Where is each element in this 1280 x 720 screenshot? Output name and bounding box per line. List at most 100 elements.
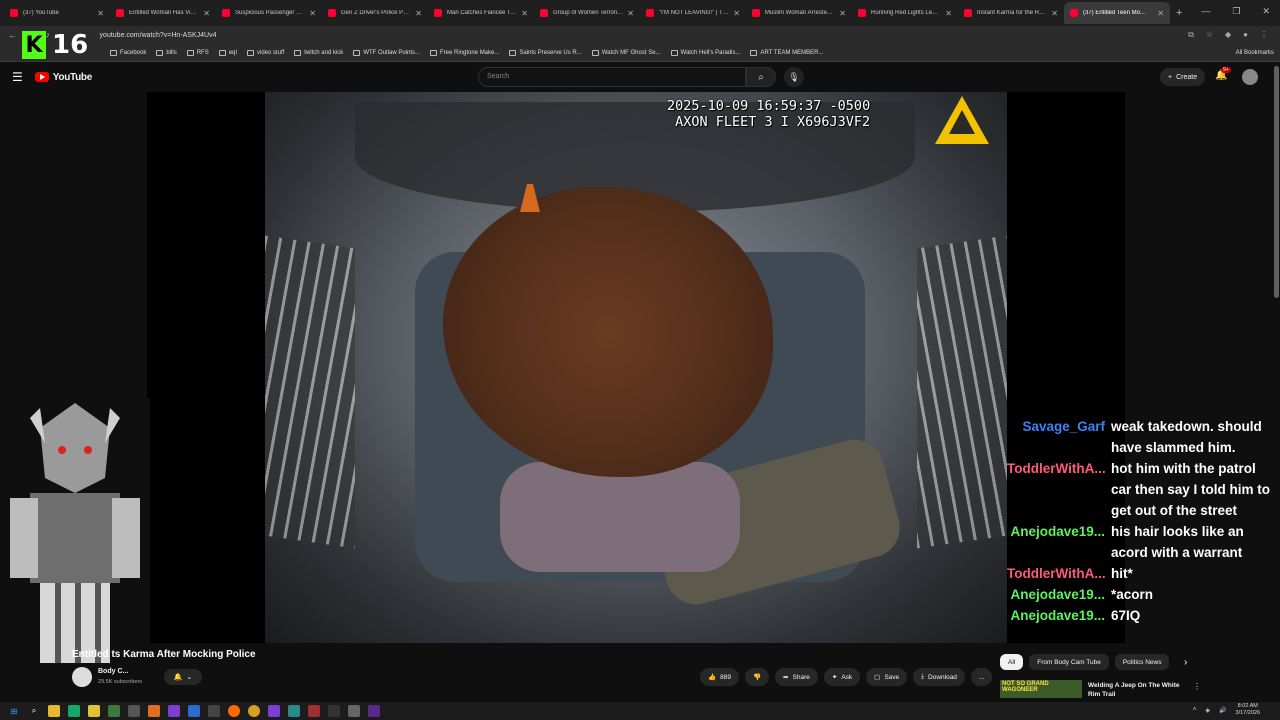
close-tab-icon[interactable]: ✕ (627, 9, 634, 18)
like-button[interactable]: 👍 889 (700, 668, 739, 686)
browser-tab[interactable]: Entitled Woman Has Violent... ✕ (110, 2, 216, 24)
chrome-icon[interactable] (248, 705, 260, 717)
close-tab-icon[interactable]: ✕ (521, 9, 528, 18)
dislike-button[interactable]: 👎 (744, 668, 770, 686)
browser-tab[interactable]: Instant Karma for the Rude... ✕ (958, 2, 1064, 24)
notifications-button[interactable]: 🔔 9+ (1215, 67, 1231, 81)
right-window-bars (917, 235, 1007, 549)
extension-icon[interactable]: ◆ (1225, 30, 1231, 40)
browser-tab[interactable]: (37) YouTube ✕ (4, 2, 110, 24)
profile-icon[interactable]: ● (1243, 30, 1248, 40)
subscription-notification-button[interactable]: 🔔 ⌄ (164, 669, 202, 685)
chevron-up-icon[interactable]: ˄ (1193, 707, 1197, 713)
filter-chip[interactable]: From Body Cam Tube (1029, 654, 1109, 670)
app-icon[interactable] (328, 705, 340, 717)
app-icon[interactable] (168, 705, 180, 717)
browser-tab[interactable]: Group of Women Terrorize... ✕ (534, 2, 640, 24)
account-avatar[interactable] (1242, 69, 1258, 85)
bookmark-item[interactable]: bills (156, 49, 177, 56)
bookmark-item[interactable]: Free Ringtone Make... (430, 49, 499, 56)
close-tab-icon[interactable]: ✕ (945, 9, 952, 18)
app-icon[interactable] (368, 705, 380, 717)
bookmark-item[interactable]: eqI (218, 49, 237, 56)
notes-icon[interactable] (88, 705, 100, 717)
youtube-logo[interactable]: YouTube (34, 72, 92, 83)
browser-tab[interactable]: "I'M NOT LEAVING!" | This... ✕ (640, 2, 746, 24)
video-player[interactable]: 2025-10-09 16:59:37 -0500 AXON FLEET 3 I… (265, 92, 1007, 643)
recommended-video-title[interactable]: Welding A Jeep On The White Rim Trail (1088, 681, 1188, 699)
search-button[interactable]: ⌕ (746, 67, 776, 87)
create-button[interactable]: + Create (1160, 68, 1206, 86)
app-icon[interactable] (188, 705, 200, 717)
bookmark-item[interactable]: Watch MF Ghost Se... (591, 49, 661, 56)
folder-icon (670, 49, 678, 56)
close-window-icon[interactable]: ✕ (1262, 6, 1270, 17)
chevron-right-icon[interactable]: › (1184, 657, 1187, 668)
new-tab-button[interactable]: + (1176, 7, 1182, 19)
page-scrollbar[interactable] (1274, 66, 1279, 298)
bookmark-star-icon[interactable]: ☆ (1206, 30, 1213, 40)
search-icon[interactable]: ⌕ (28, 705, 40, 717)
app-icon[interactable] (308, 705, 320, 717)
browser-tab[interactable]: Muslim Woman Arrested A... ✕ (746, 2, 852, 24)
close-tab-icon[interactable]: ✕ (415, 9, 422, 18)
install-icon[interactable]: ⧉ (1188, 30, 1194, 40)
close-tab-icon[interactable]: ✕ (1051, 9, 1058, 18)
app-icon[interactable] (128, 705, 140, 717)
hamburger-menu-icon[interactable]: ☰ (12, 70, 23, 84)
close-tab-icon[interactable]: ✕ (97, 9, 104, 18)
bookmark-item[interactable]: Watch Hell's Paradis... (670, 49, 740, 56)
windows-start-icon[interactable]: ⊞ (8, 705, 20, 717)
app-icon[interactable] (68, 705, 80, 717)
download-button[interactable]: ⤓ Download (913, 668, 965, 686)
close-tab-icon[interactable]: ✕ (839, 9, 846, 18)
ask-button[interactable]: ✦ Ask (823, 668, 861, 686)
system-clock[interactable]: 8:02 AM 3/17/2026 (1236, 703, 1260, 717)
bookmark-item[interactable]: ART TEAM MEMBER... (750, 49, 824, 56)
network-icon[interactable]: ◈ (1205, 707, 1210, 714)
browser-menu-icon[interactable]: ⋮ (1260, 30, 1268, 40)
close-tab-icon[interactable]: ✕ (733, 9, 740, 18)
browser-tab[interactable]: Suspicious Passenger has... ✕ (216, 2, 322, 24)
all-bookmarks[interactable]: All Bookmarks (1236, 50, 1274, 56)
channel-avatar[interactable] (72, 667, 92, 687)
channel-name[interactable]: Body C... (98, 668, 128, 675)
settings-icon[interactable] (348, 705, 360, 717)
recommended-thumbnail[interactable]: NOT SO GRAND WAGONEER (1000, 680, 1082, 698)
bookmark-item[interactable]: RFS (186, 49, 209, 56)
bookmark-item[interactable]: Facebook (110, 49, 146, 56)
url-field[interactable]: youtube.com/watch?v=Hn-ASKJ4Uv4 (100, 32, 217, 39)
bookmark-item[interactable]: video stuff (247, 49, 284, 56)
bookmark-item[interactable]: twitch and kick (294, 49, 343, 56)
bookmark-item[interactable]: WTF Outlaw Points... (353, 49, 420, 56)
browser-tab[interactable]: Running Red Lights Leads... ✕ (852, 2, 958, 24)
app-icon[interactable] (108, 705, 120, 717)
filter-chip[interactable]: All (1000, 654, 1024, 670)
share-button[interactable]: ➦ Share (775, 668, 818, 686)
filter-chip[interactable]: Politics News (1114, 654, 1170, 670)
more-actions-button[interactable]: ... (970, 668, 993, 686)
vlc-icon[interactable] (148, 705, 160, 717)
browser-tab[interactable]: (37) Entitled Teen Mo... ✕ (1064, 2, 1170, 24)
back-icon[interactable]: ← (8, 30, 17, 41)
close-tab-icon[interactable]: ✕ (203, 9, 210, 18)
app-icon[interactable] (288, 705, 300, 717)
minimize-icon[interactable]: — (1201, 6, 1210, 17)
close-tab-icon[interactable]: ✕ (1157, 9, 1164, 18)
browser-tab[interactable]: Gen Z Driver's Police Pursuit ✕ (322, 2, 428, 24)
chat-message: car then say I told him to (1007, 479, 1280, 500)
app-icon[interactable] (268, 705, 280, 717)
browser-tab[interactable]: Man Catches Fiancée Texting ✕ (428, 2, 534, 24)
voice-search-button[interactable]: 🎙 (784, 67, 804, 87)
axon-logo-icon (935, 96, 989, 144)
app-icon[interactable] (208, 705, 220, 717)
maximize-icon[interactable]: ❐ (1232, 6, 1240, 17)
volume-icon[interactable]: 🔊 (1219, 707, 1226, 714)
close-tab-icon[interactable]: ✕ (309, 9, 316, 18)
more-vert-icon[interactable]: ⋮ (1193, 682, 1201, 691)
firefox-icon[interactable] (228, 705, 240, 717)
file-explorer-icon[interactable] (48, 705, 60, 717)
bookmark-item[interactable]: Saints Preserve Us R... (509, 49, 582, 56)
save-button[interactable]: ▢ Save (866, 668, 908, 686)
search-input[interactable]: Search (478, 67, 746, 87)
